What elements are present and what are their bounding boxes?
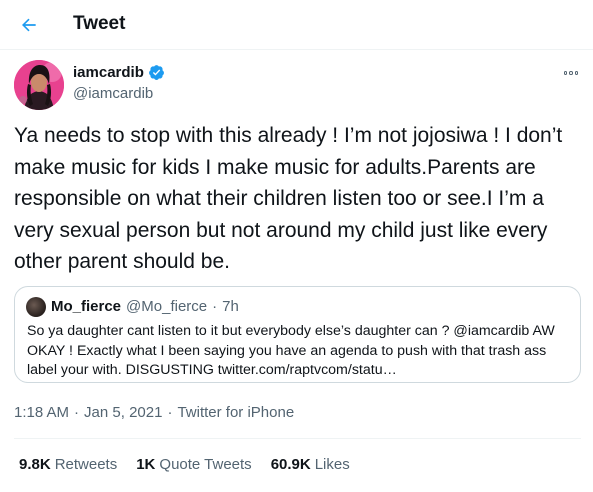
quote-author-handle: @Mo_fierce <box>126 298 208 315</box>
quoted-tweet[interactable]: Mo_fierce @Mo_fierce · 7h So ya daughter… <box>14 286 581 383</box>
top-bar: Tweet <box>0 0 593 50</box>
more-options-button[interactable] <box>560 64 582 82</box>
verified-badge-icon <box>148 65 164 80</box>
separator: · <box>167 404 173 421</box>
avatar[interactable] <box>14 60 64 110</box>
stat-count: 1K <box>136 456 156 473</box>
divider <box>14 438 581 439</box>
tweet-stats: 9.8K Retweets 1K Quote Tweets 60.9K Like… <box>19 456 350 473</box>
quote-separator: · <box>212 298 218 315</box>
tweet-date[interactable]: Jan 5, 2021 <box>84 404 162 421</box>
more-dot-icon <box>574 71 579 75</box>
back-button[interactable] <box>14 10 44 40</box>
author-name[interactable]: iamcardib <box>73 64 144 81</box>
tweet-source[interactable]: Twitter for iPhone <box>177 404 294 421</box>
author-name-row[interactable]: iamcardib <box>73 64 165 81</box>
more-dot-icon <box>563 71 568 75</box>
likes-stat[interactable]: 60.9K Likes <box>271 456 350 473</box>
tweet-timestamp: 1:18 AM · Jan 5, 2021 · Twitter for iPho… <box>14 404 294 421</box>
tweet-text: Ya needs to stop with this already ! I’m… <box>14 124 563 273</box>
quote-avatar <box>26 297 46 317</box>
arrow-left-icon <box>22 18 36 32</box>
stat-label: Retweets <box>54 456 118 473</box>
tweet-time[interactable]: 1:18 AM <box>14 404 69 421</box>
quote-tweets-stat[interactable]: 1K Quote Tweets <box>136 456 251 473</box>
stat-label: Likes <box>314 456 350 473</box>
quote-timestamp: 7h <box>222 298 239 315</box>
page-title: Tweet <box>73 13 126 34</box>
avatar-image <box>14 60 64 110</box>
separator: · <box>74 404 80 421</box>
quote-text: So ya daughter cant listen to it but eve… <box>27 323 555 378</box>
stat-count: 60.9K <box>270 456 311 473</box>
author-handle[interactable]: @iamcardib <box>73 85 153 102</box>
retweets-stat[interactable]: 9.8K Retweets <box>19 456 117 473</box>
quote-header: Mo_fierce @Mo_fierce · 7h <box>51 298 239 315</box>
stat-label: Quote Tweets <box>159 456 252 473</box>
quote-author-name: Mo_fierce <box>51 298 122 315</box>
more-dot-icon <box>569 71 573 75</box>
stat-count: 9.8K <box>19 456 51 473</box>
